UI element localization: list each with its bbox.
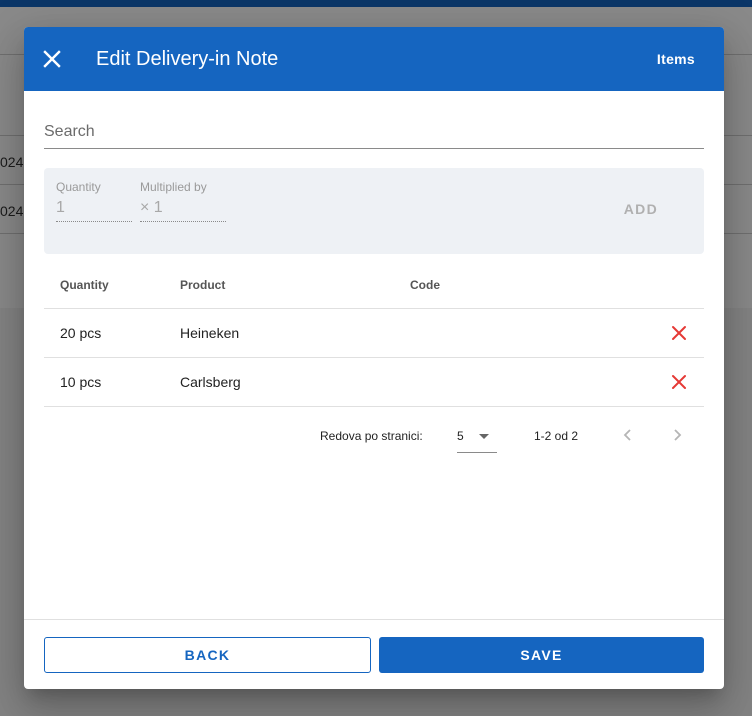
pagination-range: 1-2 od 2 (534, 429, 579, 443)
dialog-title: Edit Delivery-in Note (96, 48, 279, 70)
delete-x-icon[interactable] (670, 373, 688, 391)
close-button[interactable] (36, 43, 68, 75)
quantity-label: Quantity (56, 180, 101, 194)
search-field (44, 117, 704, 149)
add-button[interactable]: ADD (624, 201, 658, 217)
table-header-row: Quantity Product Code (44, 261, 704, 309)
chevron-left-icon (623, 429, 631, 441)
quantity-field[interactable]: Quantity 1 (56, 180, 132, 222)
add-item-panel: Quantity 1 Multiplied by × 1 ADD (44, 168, 704, 254)
multiplier-input[interactable]: × 1 (140, 198, 226, 222)
edit-delivery-note-dialog: Edit Delivery-in Note Items Quantity 1 M… (24, 27, 724, 689)
rows-per-page-select[interactable]: 5 (457, 421, 497, 453)
row-product: Carlsberg (180, 374, 241, 390)
next-page-button[interactable] (665, 423, 689, 447)
quantity-input[interactable]: 1 (56, 198, 132, 222)
chevron-right-icon (674, 429, 682, 441)
items-button[interactable]: Items (657, 51, 695, 67)
delete-x-icon[interactable] (670, 324, 688, 342)
table-pagination: Redova po stranici: 5 1-2 od 2 (44, 417, 704, 461)
search-input[interactable] (44, 117, 704, 147)
multiplier-field[interactable]: Multiplied by × 1 (140, 180, 226, 222)
rows-per-page-value: 5 (457, 429, 464, 443)
dialog-header: Edit Delivery-in Note Items (24, 27, 724, 91)
row-quantity: 10 pcs (60, 374, 102, 390)
footer-divider (24, 619, 724, 620)
row-quantity: 20 pcs (60, 325, 102, 341)
header-code[interactable]: Code (410, 261, 440, 308)
table-row: 20 pcs Heineken (44, 309, 704, 358)
previous-page-button[interactable] (616, 423, 640, 447)
table-row: 10 pcs Carlsberg (44, 358, 704, 407)
items-table: Quantity Product Code 20 pcs Heineken 10… (44, 261, 704, 407)
save-button[interactable]: SAVE (379, 637, 704, 673)
caret-down-icon (479, 434, 489, 439)
row-product: Heineken (180, 325, 240, 341)
rows-per-page-label: Redova po stranici: (320, 429, 423, 443)
multiplier-label: Multiplied by (140, 180, 207, 194)
header-quantity[interactable]: Quantity (60, 261, 109, 308)
header-product[interactable]: Product (180, 261, 225, 308)
back-button[interactable]: BACK (44, 637, 371, 673)
close-icon (43, 50, 61, 68)
